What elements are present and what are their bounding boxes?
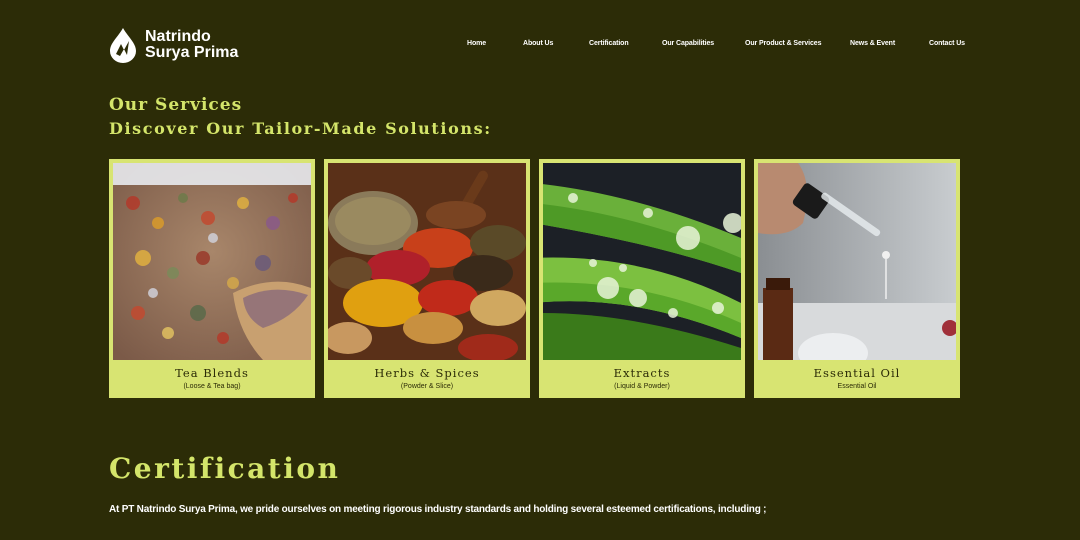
nav-our-product-services[interactable]: Our Product & Services (745, 40, 821, 47)
service-card-tea-blends[interactable]: Tea Blends (Loose & Tea bag) (109, 159, 315, 398)
certification-title: Certification (109, 452, 341, 485)
card-subtitle: Essential Oil (837, 383, 877, 390)
card-subtitle: (Powder & Slice) (400, 383, 454, 390)
service-card-herbs-spices[interactable]: Herbs & Spices (Powder & Slice) (324, 159, 530, 398)
card-subtitle: (Liquid & Powder) (614, 383, 670, 390)
nav-certification[interactable]: Certification (589, 40, 629, 47)
service-cards: Tea Blends (Loose & Tea bag) Herbs & Spi… (109, 159, 961, 399)
essential-oil-dropper-photo (758, 163, 956, 360)
card-title: Tea Blends (175, 366, 249, 380)
herbs-spices-photo (328, 163, 526, 360)
services-title: Our Services (109, 95, 243, 115)
main-nav: Home About Us Certification Our Capabili… (0, 40, 1080, 50)
nav-about-us[interactable]: About Us (523, 40, 553, 47)
service-card-essential-oil[interactable]: Essential Oil Essential Oil (754, 159, 960, 398)
nav-home[interactable]: Home (467, 40, 486, 47)
services-subtitle: Discover Our Tailor-Made Solutions: (109, 119, 492, 138)
certification-intro-text: At PT Natrindo Surya Prima, we pride our… (109, 504, 767, 515)
aloe-extract-photo (543, 163, 741, 360)
card-title: Essential Oil (813, 366, 901, 380)
tea-blends-photo (113, 163, 311, 360)
nav-contact-us[interactable]: Contact Us (929, 40, 965, 47)
nav-our-capabilities[interactable]: Our Capabilities (662, 40, 714, 47)
card-title: Extracts (613, 366, 671, 380)
site-header: Natrindo Surya Prima Home About Us Certi… (0, 0, 1080, 90)
card-title: Herbs & Spices (374, 366, 480, 380)
nav-news-event[interactable]: News & Event (850, 40, 895, 47)
card-subtitle: (Loose & Tea bag) (183, 383, 241, 390)
service-card-extracts[interactable]: Extracts (Liquid & Powder) (539, 159, 745, 398)
